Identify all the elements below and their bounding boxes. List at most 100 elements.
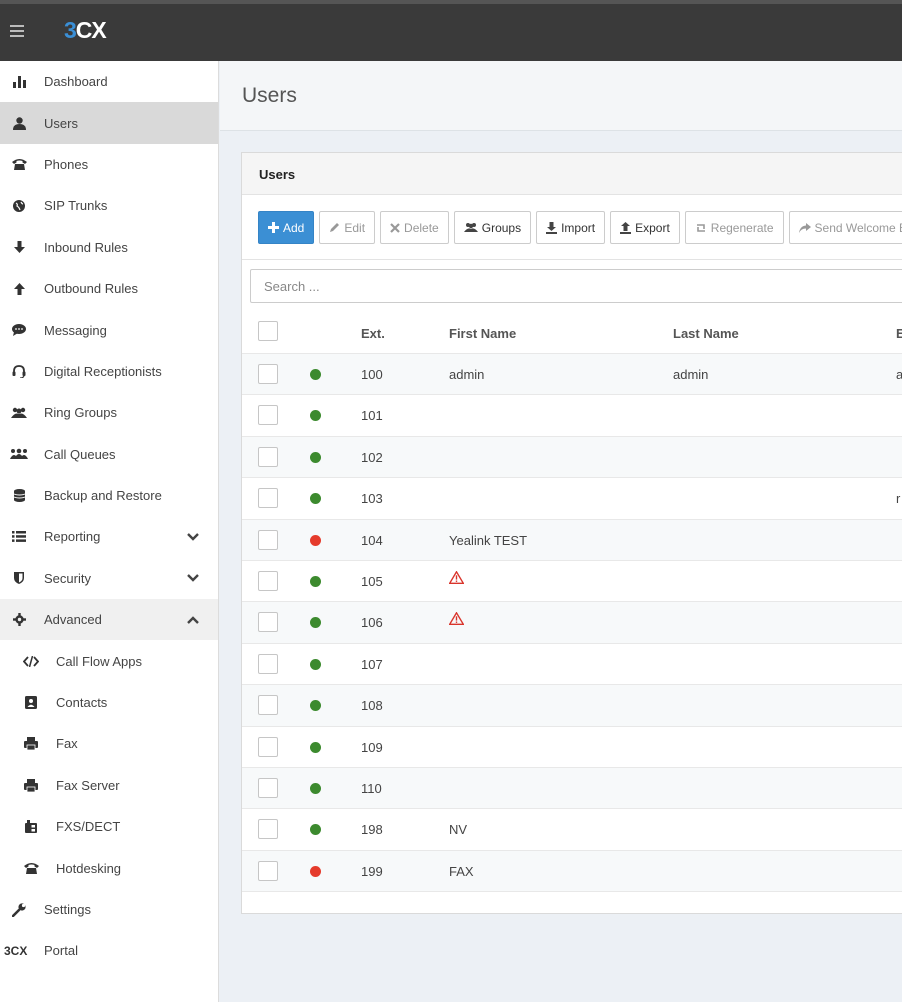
headset-icon <box>10 363 28 379</box>
row-checkbox[interactable] <box>258 777 278 798</box>
add-button[interactable]: Add <box>258 211 315 244</box>
sidebar-item-dashboard[interactable]: Dashboard <box>0 61 218 102</box>
table-row[interactable]: 107 <box>242 644 902 686</box>
table-row[interactable]: 106 <box>242 602 902 644</box>
sidebar-item-sip-trunks[interactable]: SIP Trunks <box>0 185 218 226</box>
wrench-icon <box>10 902 28 918</box>
code-icon <box>22 653 40 669</box>
sidebar-item-backup-and-restore[interactable]: Backup and Restore <box>0 475 218 516</box>
groups-button[interactable]: Groups <box>453 211 532 244</box>
sidebar-item-messaging[interactable]: Messaging <box>0 309 218 350</box>
sidebar-item-security[interactable]: Security <box>0 558 218 599</box>
table-row[interactable]: 199 FAX <box>242 850 902 893</box>
sidebar-item-call-flow-apps[interactable]: Call Flow Apps <box>0 640 218 681</box>
sidebar-item-label: Inbound Rules <box>44 239 128 255</box>
row-checkbox[interactable] <box>258 819 278 840</box>
table-row[interactable]: 109 <box>242 727 902 768</box>
header-email[interactable]: E <box>896 326 902 341</box>
sidebar-item-fax[interactable]: Fax <box>0 723 218 764</box>
sidebar-item-label: Fax <box>56 736 78 752</box>
contact-card-icon <box>22 695 40 711</box>
arrow-up-icon <box>10 281 28 297</box>
sidebar-item-users[interactable]: Users <box>0 102 218 144</box>
groups-button-label: Groups <box>481 220 522 235</box>
ext-cell: 105 <box>361 573 383 589</box>
header-first-name[interactable]: First Name <box>449 326 516 341</box>
sidebar-item-settings[interactable]: Settings <box>0 889 218 930</box>
row-checkbox[interactable] <box>258 364 278 384</box>
sidebar-item-label: Call Flow Apps <box>56 653 142 669</box>
sidebar-item-digital-receptionists[interactable]: Digital Receptionists <box>0 351 218 392</box>
ext-cell: 106 <box>361 615 383 631</box>
toolbar: Add Edit Delete Groups Import Export Reg… <box>258 211 902 244</box>
hamburger-menu-icon[interactable] <box>10 25 24 37</box>
row-checkbox[interactable] <box>258 405 278 426</box>
send-welcome-email-button[interactable]: Send Welcome E <box>788 211 902 244</box>
table-row[interactable]: 104 Yealink TEST <box>242 519 902 561</box>
table-row[interactable]: 102 <box>242 436 902 479</box>
import-button-label: Import <box>561 220 596 235</box>
export-button-label: Export <box>635 220 670 235</box>
database-icon <box>10 488 28 504</box>
row-checkbox[interactable] <box>258 488 278 509</box>
table-row[interactable]: 105 <box>242 561 902 603</box>
row-checkbox[interactable] <box>258 653 278 674</box>
header-last-name[interactable]: Last Name <box>673 326 739 341</box>
fxs-device-icon <box>22 819 40 835</box>
pencil-icon <box>329 222 340 233</box>
table-row[interactable]: 110 <box>242 767 902 810</box>
app-logo[interactable]: 3CX <box>64 17 107 44</box>
row-checkbox[interactable] <box>258 695 278 716</box>
row-checkbox[interactable] <box>258 612 278 633</box>
edit-button[interactable]: Edit <box>319 211 376 244</box>
email-cell: r <box>896 491 901 507</box>
header-ext[interactable]: Ext. <box>361 326 385 341</box>
search-input[interactable] <box>250 269 902 303</box>
status-online-dot <box>310 700 321 712</box>
sidebar-item-label: SIP Trunks <box>44 198 108 214</box>
chevron-up-icon[interactable] <box>186 613 200 627</box>
table-row[interactable]: 101 <box>242 395 902 437</box>
ext-cell: 103 <box>361 491 383 507</box>
sidebar-item-advanced[interactable]: Advanced <box>0 599 218 641</box>
sidebar-item-fax-server[interactable]: Fax Server <box>0 765 218 806</box>
sidebar-item-phones[interactable]: Phones <box>0 144 218 185</box>
sidebar-item-reporting[interactable]: Reporting <box>0 516 218 557</box>
row-checkbox[interactable] <box>258 736 278 757</box>
regenerate-button-label: Regenerate <box>710 220 774 235</box>
sidebar-item-outbound-rules[interactable]: Outbound Rules <box>0 268 218 309</box>
table-row[interactable]: 198 NV <box>242 809 902 851</box>
sidebar-item-label: Users <box>44 115 78 131</box>
sidebar-item-fxs-dect[interactable]: FXS/DECT <box>0 806 218 847</box>
chevron-down-icon[interactable] <box>186 571 200 585</box>
sidebar-item-hotdesking[interactable]: Hotdesking <box>0 847 218 888</box>
sidebar-item-label: Dashboard <box>44 74 108 90</box>
status-online-dot <box>310 369 321 380</box>
table-row[interactable]: 100 admin admin a <box>242 354 902 396</box>
select-all-checkbox[interactable] <box>258 321 278 341</box>
group-icon <box>463 222 478 233</box>
row-checkbox[interactable] <box>258 446 278 467</box>
row-checkbox[interactable] <box>258 860 278 881</box>
sidebar-item-portal[interactable]: 3CX Portal <box>0 930 218 971</box>
sidebar-item-label: Digital Receptionists <box>44 363 162 379</box>
sidebar-item-call-queues[interactable]: Call Queues <box>0 434 218 475</box>
sidebar-item-contacts[interactable]: Contacts <box>0 682 218 723</box>
row-checkbox[interactable] <box>258 529 278 550</box>
table-row[interactable]: 103 r <box>242 478 902 520</box>
sidebar-item-inbound-rules[interactable]: Inbound Rules <box>0 227 218 268</box>
sidebar-item-label: Reporting <box>44 529 101 545</box>
row-checkbox[interactable] <box>258 570 278 591</box>
export-button[interactable]: Export <box>610 211 680 244</box>
sidebar-item-ring-groups[interactable]: Ring Groups <box>0 392 218 433</box>
first-name-cell: FAX <box>449 863 474 879</box>
status-offline-dot <box>310 865 321 877</box>
chevron-down-icon[interactable] <box>186 530 200 544</box>
regenerate-button[interactable]: Regenerate <box>684 211 784 244</box>
table-row[interactable]: 108 <box>242 685 902 727</box>
users-queue-icon <box>10 446 28 462</box>
delete-button[interactable]: Delete <box>380 211 449 244</box>
sidebar: Dashboard Users Phones SIP Trunks Inbound Ru… <box>0 61 219 1002</box>
import-button[interactable]: Import <box>536 211 606 244</box>
ext-cell: 104 <box>361 532 383 548</box>
